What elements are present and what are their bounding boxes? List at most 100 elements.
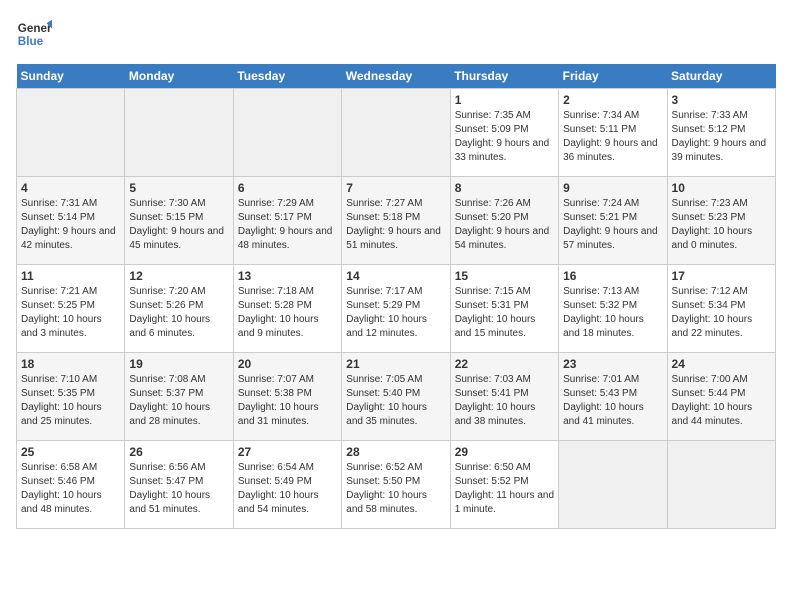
calendar-cell: 15 Sunrise: 7:15 AMSunset: 5:31 PMDayligh… <box>450 265 558 353</box>
day-number: 26 <box>129 445 228 459</box>
daylight-text: Daylight: 10 hours and 41 minutes. <box>563 402 644 427</box>
daylight-text: Daylight: 10 hours and 22 minutes. <box>672 314 753 339</box>
daylight-text: Daylight: 9 hours and 45 minutes. <box>129 226 224 251</box>
sunset-text: Sunset: 5:50 PM <box>346 476 420 487</box>
calendar-cell: 28Sunrise: 6:52 AMSunset: 5:50 PMDayligh… <box>342 441 450 529</box>
sunset-text: Sunset: 5:09 PM <box>455 124 529 135</box>
svg-text:General: General <box>18 22 52 35</box>
daylight-text: Daylight: 9 hours and 51 minutes. <box>346 226 441 251</box>
daylight-text: Daylight: 10 hours and 51 minutes. <box>129 490 210 515</box>
daylight-text: Daylight: 9 hours and 54 minutes. <box>455 226 550 251</box>
logo-icon: General Blue <box>16 16 52 52</box>
calendar-cell: 23 Sunrise: 7:01 AM Sunset: 5:43 PM Dayligh… <box>559 353 667 441</box>
cell-info: Sunrise: 7:01 AM Sunset: 5:43 PM Daylight:… <box>563 373 662 429</box>
daylight-text: Daylight: 10 hours and 18 minutes. <box>563 314 644 339</box>
day-header-sunday: Sunday <box>17 64 125 89</box>
sunrise-text: Sunrise: 7:34 AM <box>563 110 639 121</box>
sunset-text: Sunset: 5:26 PM <box>129 300 203 311</box>
calendar-cell <box>233 89 341 177</box>
day-number: 27 <box>238 445 337 459</box>
sunrise-text: Sunrise: 6:54 AM <box>238 462 314 473</box>
calendar-cell <box>559 441 667 529</box>
sunset-text: Sunset: 5:37 PM <box>129 388 203 399</box>
sunset-text: Sunset: 5:28 PM <box>238 300 312 311</box>
sunrise-text: Sunrise: 7:31 AM <box>21 198 97 209</box>
calendar-cell: 6Sunrise: 7:29 AMSunset: 5:17 PMDaylight… <box>233 177 341 265</box>
cell-info: Sunrise: 7:18 AMSunset: 5:28 PMDaylight:… <box>238 285 337 341</box>
cell-info: Sunrise: 7:12 AMSunset: 5:34 PMDaylight:… <box>672 285 771 341</box>
sunrise-text: Sunrise: 7:33 AM <box>672 110 748 121</box>
sunset-text: Sunset: 5:40 PM <box>346 388 420 399</box>
day-header-saturday: Saturday <box>667 64 775 89</box>
sunset-text: Sunset: 5:43 PM <box>563 388 637 399</box>
day-header-tuesday: Tuesday <box>233 64 341 89</box>
sunrise-text: Sunrise: 7:01 AM <box>563 374 639 385</box>
daylight-text: Daylight: 10 hours and 35 minutes. <box>346 402 427 427</box>
daylight-text: Daylight: 10 hours and 12 minutes. <box>346 314 427 339</box>
sunset-text: Sunset: 5:31 PM <box>455 300 529 311</box>
calendar-cell: 5Sunrise: 7:30 AMSunset: 5:15 PMDaylight… <box>125 177 233 265</box>
sunset-text: Sunset: 5:17 PM <box>238 212 312 223</box>
week-row-1: 1Sunrise: 7:35 AMSunset: 5:09 PMDaylight… <box>17 89 776 177</box>
calendar-cell: 22Sunrise: 7:03 AMSunset: 5:41 PMDayligh… <box>450 353 558 441</box>
cell-info: Sunrise: 7:15 AMSunset: 5:31 PMDaylight:… <box>455 285 554 341</box>
cell-info: Sunrise: 7:27 AMSunset: 5:18 PMDaylight:… <box>346 197 445 253</box>
sunset-text: Sunset: 5:15 PM <box>129 212 203 223</box>
daylight-text: Daylight: 9 hours and 33 minutes. <box>455 138 550 163</box>
cell-info: Sunrise: 7:07 AM Sunset: 5:38 PM Daylight:… <box>238 373 337 429</box>
cell-info: Sunrise: 7:23 AMSunset: 5:23 PMDaylight:… <box>672 197 771 253</box>
sunset-text: Sunset: 5:34 PM <box>672 300 746 311</box>
calendar-cell: 27 Sunrise: 6:54 AMSunset: 5:49 PMDayligh… <box>233 441 341 529</box>
sunrise-text: Sunrise: 7:35 AM <box>455 110 531 121</box>
sunrise-text: Sunrise: 7:07 AM <box>238 374 314 385</box>
calendar-cell: 2Sunrise: 7:34 AMSunset: 5:11 PMDaylight… <box>559 89 667 177</box>
daylight-text: Daylight: 9 hours and 39 minutes. <box>672 138 767 163</box>
cell-info: Sunrise: 7:34 AMSunset: 5:11 PMDaylight:… <box>563 109 662 165</box>
week-row-3: 11Sunrise: 7:21 AMSunset: 5:25 PMDayligh… <box>17 265 776 353</box>
calendar-cell <box>17 89 125 177</box>
daylight-text: Daylight: 9 hours and 42 minutes. <box>21 226 116 251</box>
day-number: 16 <box>563 269 662 283</box>
cell-info: Sunrise: 7:21 AMSunset: 5:25 PMDaylight:… <box>21 285 120 341</box>
cell-info: Sunrise: 6:54 AMSunset: 5:49 PMDaylight:… <box>238 461 337 517</box>
daylight-text: Daylight: 10 hours and 28 minutes. <box>129 402 210 427</box>
day-number: 6 <box>238 181 337 195</box>
sunset-text: Sunset: 5:21 PM <box>563 212 637 223</box>
cell-info: Sunrise: 7:30 AM Sunset: 5:15 PM Daylight:… <box>129 197 228 253</box>
calendar-cell: 17Sunrise: 7:12 AMSunset: 5:34 PMDayligh… <box>667 265 775 353</box>
sunrise-text: Sunrise: 7:03 AM <box>455 374 531 385</box>
svg-text:Blue: Blue <box>18 35 44 48</box>
day-headers-row: SundayMondayTuesdayWednesdayThursdayFrid… <box>17 64 776 89</box>
cell-info: Sunrise: 7:33 AMSunset: 5:12 PMDaylight:… <box>672 109 771 165</box>
week-row-2: 4Sunrise: 7:31 AMSunset: 5:14 PMDaylight… <box>17 177 776 265</box>
daylight-text: Daylight: 10 hours and 31 minutes. <box>238 402 319 427</box>
calendar-cell: 20Sunrise: 7:07 AMSunset: 5:38 PMDayligh… <box>233 353 341 441</box>
daylight-text: Daylight: 9 hours and 57 minutes. <box>563 226 658 251</box>
sunrise-text: Sunrise: 7:26 AM <box>455 198 531 209</box>
calendar-cell: 8Sunrise: 7:26 AMSunset: 5:20 PMDaylight… <box>450 177 558 265</box>
daylight-text: Daylight: 10 hours and 25 minutes. <box>21 402 102 427</box>
calendar-cell <box>667 441 775 529</box>
calendar-cell: 19Sunrise: 7:08 AMSunset: 5:37 PMDayligh… <box>125 353 233 441</box>
sunrise-text: Sunrise: 7:05 AM <box>346 374 422 385</box>
day-number: 25 <box>21 445 120 459</box>
day-number: 23 <box>563 357 662 371</box>
sunrise-text: Sunrise: 7:10 AM <box>21 374 97 385</box>
sunrise-text: Sunrise: 7:13 AM <box>563 286 639 297</box>
sunrise-text: Sunrise: 6:50 AM <box>455 462 531 473</box>
sunrise-text: Sunrise: 7:17 AM <box>346 286 422 297</box>
day-number: 18 <box>21 357 120 371</box>
sunrise-text: Sunrise: 7:30 AM <box>129 198 205 209</box>
cell-info: Sunrise: 7:08 AM Sunset: 5:37 PM Daylight:… <box>129 373 228 429</box>
sunrise-text: Sunrise: 7:21 AM <box>21 286 97 297</box>
calendar-cell: 24Sunrise: 7:00 AMSunset: 5:44 PMDayligh… <box>667 353 775 441</box>
sunset-text: Sunset: 5:29 PM <box>346 300 420 311</box>
sunrise-text: Sunrise: 7:08 AM <box>129 374 205 385</box>
calendar-cell: 10Sunrise: 7:23 AMSunset: 5:23 PMDayligh… <box>667 177 775 265</box>
sunset-text: Sunset: 5:38 PM <box>238 388 312 399</box>
cell-info: Sunrise: 7:00 AMSunset: 5:44 PMDaylight:… <box>672 373 771 429</box>
sunrise-text: Sunrise: 7:23 AM <box>672 198 748 209</box>
page-header: General Blue <box>16 16 776 52</box>
day-number: 15 <box>455 269 554 283</box>
day-number: 28 <box>346 445 445 459</box>
